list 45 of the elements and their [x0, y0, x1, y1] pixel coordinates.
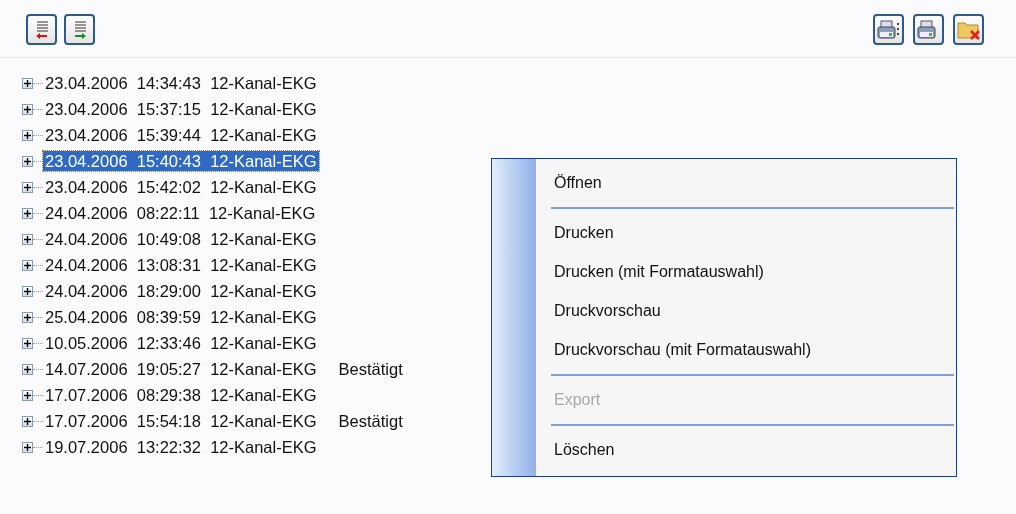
tree-item[interactable]: 23.04.2006 15:40:43 12-Kanal-EKG: [43, 151, 319, 171]
tree-item[interactable]: 24.04.2006 13:08:31 12-Kanal-EKG: [43, 255, 319, 275]
folder-delete-icon: [956, 19, 981, 40]
tree-item[interactable]: 17.07.2006 08:29:38 12-Kanal-EKG: [43, 385, 319, 405]
tree-item[interactable]: 14.07.2006 19:05:27 12-Kanal-EKG: [43, 359, 319, 379]
expander-button[interactable]: [22, 155, 33, 167]
menu-item[interactable]: Drucken (mit Formatauswahl): [536, 252, 956, 291]
toolbar-button[interactable]: [26, 14, 57, 45]
tree-item[interactable]: 25.04.2006 08:39:59 12-Kanal-EKG: [43, 307, 319, 327]
expander-button[interactable]: [22, 207, 33, 219]
menu-item[interactable]: Löschen: [536, 430, 956, 469]
expander-button[interactable]: [22, 337, 33, 349]
menu-item[interactable]: Öffnen: [536, 163, 956, 202]
tree-item[interactable]: 19.07.2006 13:22:32 12-Kanal-EKG: [43, 437, 319, 457]
status-label: Bestätigt: [338, 358, 403, 380]
toolbar-button[interactable]: [873, 14, 904, 45]
expander-button[interactable]: [22, 415, 33, 427]
expander-button[interactable]: [22, 285, 33, 297]
tree-item[interactable]: 17.07.2006 15:54:18 12-Kanal-EKG: [43, 411, 319, 431]
tree-item[interactable]: 24.04.2006 08:22:11 12-Kanal-EKG: [43, 203, 318, 223]
tree-item[interactable]: 23.04.2006 15:39:44 12-Kanal-EKG: [43, 125, 319, 145]
expander-button[interactable]: [22, 363, 33, 375]
expander-button[interactable]: [22, 441, 33, 453]
tree-item[interactable]: 23.04.2006 15:42:02 12-Kanal-EKG: [43, 177, 319, 197]
expander-button[interactable]: [22, 233, 33, 245]
toolbar-button[interactable]: [953, 14, 984, 45]
expander-button[interactable]: [22, 389, 33, 401]
tree-item[interactable]: 24.04.2006 18:29:00 12-Kanal-EKG: [43, 281, 319, 301]
expander-button[interactable]: [22, 181, 33, 193]
printer-list-icon: [876, 19, 901, 40]
menu-item[interactable]: Druckvorschau (mit Formatauswahl): [536, 330, 956, 369]
toolbar-button[interactable]: [64, 14, 95, 45]
menu-item[interactable]: Druckvorschau: [536, 291, 956, 330]
expander-button[interactable]: [22, 259, 33, 271]
tree-item[interactable]: 23.04.2006 14:34:43 12-Kanal-EKG: [43, 73, 319, 93]
menu-item[interactable]: Drucken: [536, 213, 956, 252]
expander-button[interactable]: [22, 311, 33, 323]
status-label: Bestätigt: [338, 410, 403, 432]
expander-button[interactable]: [22, 77, 33, 89]
tree-item[interactable]: 23.04.2006 15:37:15 12-Kanal-EKG: [43, 99, 319, 119]
expander-button[interactable]: [22, 103, 33, 115]
toolbar-button[interactable]: [913, 14, 944, 45]
expander-button[interactable]: [22, 129, 33, 141]
tree-item[interactable]: 24.04.2006 10:49:08 12-Kanal-EKG: [43, 229, 319, 249]
tree-item[interactable]: 10.05.2006 12:33:46 12-Kanal-EKG: [43, 333, 319, 353]
